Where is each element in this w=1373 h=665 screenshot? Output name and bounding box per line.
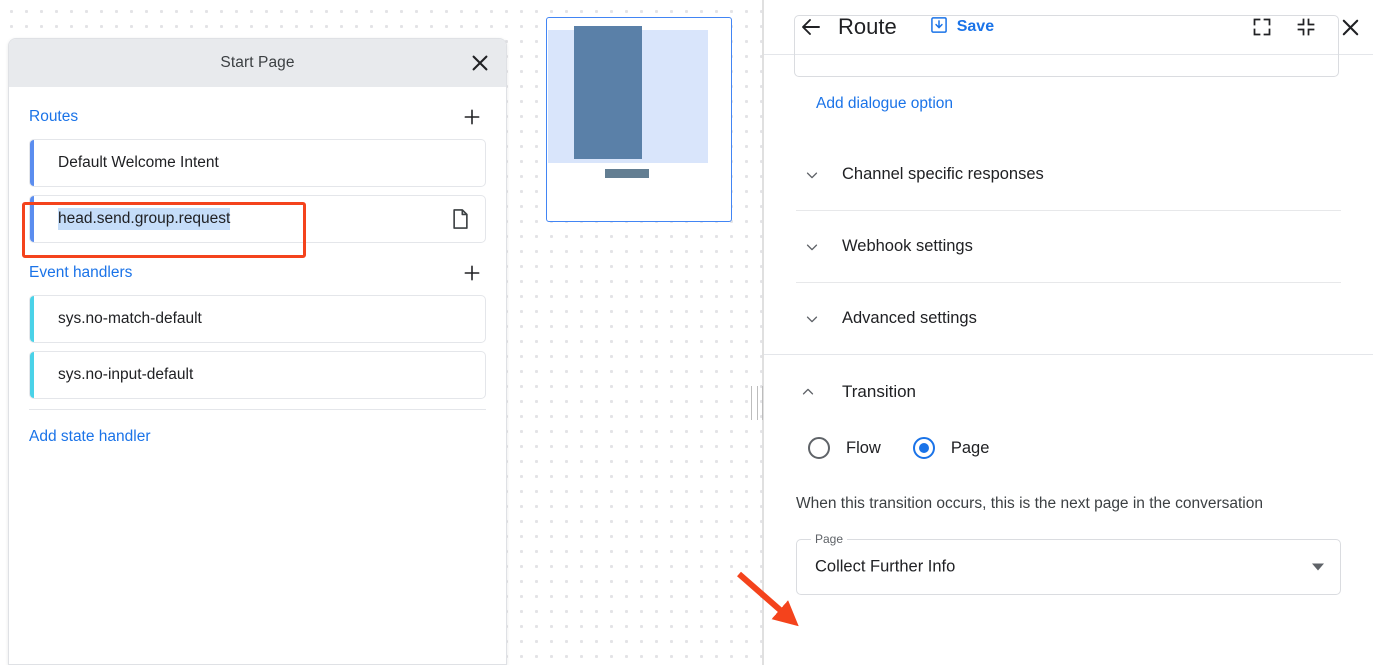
node-foot <box>605 169 649 178</box>
add-route-button[interactable] <box>458 103 486 131</box>
page-select-legend: Page <box>811 532 847 546</box>
page-select[interactable]: Page Collect Further Info <box>796 539 1341 595</box>
radio-flow-label: Flow <box>846 439 881 458</box>
routes-section-header: Routes <box>29 95 486 139</box>
routes-section-label: Routes <box>29 108 78 126</box>
list-item[interactable]: sys.no-input-default <box>29 351 486 399</box>
page-panel-header: Start Page <box>9 39 506 87</box>
route-accent-bar <box>30 196 34 242</box>
route-accent-bar <box>30 140 34 186</box>
close-icon[interactable] <box>466 49 494 77</box>
settings-accordion: Channel specific responses Webhook setti… <box>764 139 1373 354</box>
start-page-panel: Start Page Routes Default Welcome Inte <box>8 38 507 665</box>
event-accent-bar <box>30 352 34 398</box>
route-label: head.send.group.request <box>58 208 230 230</box>
route-detail-panel: Route Save <box>764 0 1373 665</box>
chevron-up-icon <box>796 380 820 404</box>
add-state-handler-link[interactable]: Add state handler <box>29 410 151 446</box>
page-select-value: Collect Further Info <box>815 558 955 577</box>
panel-resize-handle[interactable] <box>751 386 763 420</box>
route-label: Default Welcome Intent <box>58 154 219 172</box>
list-item[interactable]: head.send.group.request <box>29 195 486 243</box>
radio-page-indicator <box>913 437 935 459</box>
dialogue-option-field[interactable] <box>794 15 1339 77</box>
radio-option-page[interactable]: Page <box>913 437 990 459</box>
transition-title: Transition <box>842 382 916 402</box>
chevron-down-icon <box>800 163 824 187</box>
chevron-down-icon <box>800 235 824 259</box>
page-title: Start Page <box>220 54 294 72</box>
chevron-down-icon <box>800 307 824 331</box>
document-icon[interactable] <box>449 208 471 230</box>
accordion-label: Advanced settings <box>842 309 977 328</box>
event-handler-label: sys.no-match-default <box>58 310 202 328</box>
transition-type-radio-group: Flow Page <box>796 437 1341 459</box>
radio-option-flow[interactable]: Flow <box>808 437 881 459</box>
list-item[interactable]: sys.no-match-default <box>29 295 486 343</box>
accordion-advanced-settings[interactable]: Advanced settings <box>796 283 1341 354</box>
event-handlers-section-label: Event handlers <box>29 264 132 282</box>
list-item[interactable]: Default Welcome Intent <box>29 139 486 187</box>
close-icon[interactable] <box>1337 14 1363 40</box>
event-handlers-section-header: Event handlers <box>29 251 486 295</box>
transition-section: Transition Flow Page When this transitio… <box>764 355 1373 595</box>
add-event-handler-button[interactable] <box>458 259 486 287</box>
radio-flow-indicator <box>808 437 830 459</box>
accordion-label: Channel specific responses <box>842 165 1044 184</box>
page-panel-body: Routes Default Welcome Intent head.send.… <box>9 95 506 446</box>
node-block <box>574 26 642 159</box>
transition-header[interactable]: Transition <box>796 355 1341 429</box>
route-panel-scroll: Add dialogue option Channel specific res… <box>764 55 1373 595</box>
event-handler-label: sys.no-input-default <box>58 366 193 384</box>
accordion-channel-specific-responses[interactable]: Channel specific responses <box>796 139 1341 211</box>
accordion-label: Webhook settings <box>842 237 973 256</box>
radio-page-label: Page <box>951 439 990 458</box>
event-accent-bar <box>30 296 34 342</box>
chevron-down-icon <box>1312 564 1324 571</box>
canvas-node-thumbnail[interactable] <box>546 17 732 222</box>
app-root: Start Page Routes Default Welcome Inte <box>0 0 1373 665</box>
accordion-webhook-settings[interactable]: Webhook settings <box>796 211 1341 283</box>
transition-helper-text: When this transition occurs, this is the… <box>796 495 1341 513</box>
add-dialogue-option-link[interactable]: Add dialogue option <box>816 95 953 112</box>
